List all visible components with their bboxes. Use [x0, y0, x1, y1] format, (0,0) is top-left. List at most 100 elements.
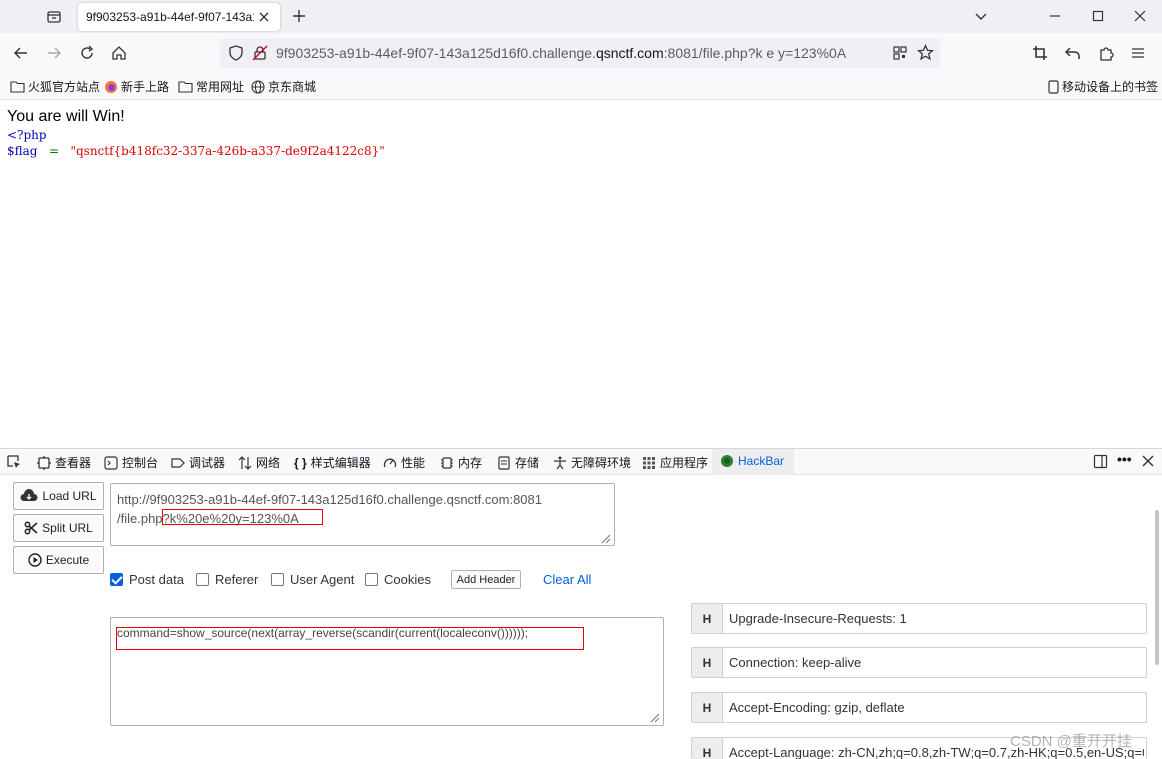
tab-label: HackBar	[738, 454, 785, 468]
storage-icon	[498, 455, 510, 470]
new-tab-button[interactable]	[290, 7, 308, 25]
header-row[interactable]: H Upgrade-Insecure-Requests: 1	[691, 603, 1147, 634]
console-icon	[104, 455, 118, 470]
clear-all-link[interactable]: Clear All	[543, 572, 591, 587]
add-header-button[interactable]: Add Header	[451, 570, 521, 589]
url-prefix: 9f903253-a91b-44ef-9f07-143a125d16f0.cha…	[276, 45, 596, 61]
bookmark-label: 新手上路	[121, 80, 170, 94]
element-picker-button[interactable]	[6, 454, 22, 470]
undo-icon	[1065, 47, 1080, 59]
url-text[interactable]: 9f903253-a91b-44ef-9f07-143a125d16f0.cha…	[276, 45, 846, 61]
mobile-bookmarks[interactable]: 移动设备上的书签	[1048, 78, 1158, 95]
checkbox[interactable]	[365, 573, 378, 586]
browser-tab-active[interactable]: 9f903253-a91b-44ef-9f07-143a1	[78, 3, 280, 31]
more-options-button[interactable]: •••	[1117, 451, 1132, 467]
header-toggle[interactable]: H	[692, 738, 723, 759]
maximize-button[interactable]	[1088, 6, 1108, 26]
bookmark-label: 京东商城	[268, 80, 317, 94]
header-row[interactable]: H Connection: keep-alive	[691, 647, 1147, 678]
devtools-close-button[interactable]	[1142, 455, 1154, 467]
scissors-icon	[24, 521, 38, 535]
checkbox[interactable]	[271, 573, 284, 586]
network-arrows-icon	[238, 455, 252, 470]
tab-storage[interactable]: 存储	[497, 454, 539, 471]
tab-performance[interactable]: 性能	[383, 454, 425, 471]
header-toggle[interactable]: H	[692, 693, 723, 722]
tab-style-editor[interactable]: { } 样式编辑器	[294, 454, 371, 471]
header-row[interactable]: H Accept-Encoding: gzip, deflate	[691, 692, 1147, 723]
watermark: CSDN @重开开挂	[1010, 733, 1132, 750]
undo-button[interactable]	[1063, 43, 1083, 63]
tab-overflow-button[interactable]	[971, 6, 991, 26]
bookmark-item[interactable]: 火狐官方站点	[10, 78, 100, 95]
post-data-checkbox[interactable]: Post data	[110, 572, 184, 587]
forward-button[interactable]	[44, 43, 64, 63]
checkbox-label: User Agent	[290, 572, 355, 587]
checkbox-checked[interactable]	[110, 573, 123, 586]
tab-label: 内存	[458, 456, 483, 470]
devtools-toolbar: 查看器 控制台 调试器 网络 { } 样式编辑器 性能 内存 存储 无障碍环境 …	[0, 448, 1162, 475]
cookies-checkbox[interactable]: Cookies	[365, 572, 431, 587]
panel-scrollbar[interactable]	[1155, 510, 1159, 665]
play-circle-icon	[28, 553, 42, 567]
tab-network[interactable]: 网络	[238, 454, 280, 471]
address-bar[interactable]: 9f903253-a91b-44ef-9f07-143a125d16f0.cha…	[220, 38, 940, 68]
close-icon	[259, 12, 269, 22]
braces-icon: { }	[294, 455, 307, 470]
tab-inspector[interactable]: 查看器	[37, 454, 91, 471]
tab-debugger[interactable]: 调试器	[171, 454, 225, 471]
minimize-button[interactable]	[1045, 6, 1065, 26]
tab-label: 样式编辑器	[310, 456, 371, 470]
tab-console[interactable]: 控制台	[104, 454, 158, 471]
reload-icon	[81, 45, 94, 59]
screenshot-button[interactable]	[1030, 43, 1050, 63]
url-domain: qsnctf.com	[595, 45, 664, 61]
load-url-button[interactable]: Load URL	[13, 482, 104, 510]
menu-button[interactable]	[1128, 43, 1148, 63]
back-button[interactable]	[11, 43, 31, 63]
tab-label: 调试器	[189, 456, 226, 470]
bookmark-item[interactable]: 京东商城	[251, 78, 316, 95]
checkbox-label: Referer	[215, 572, 259, 587]
window-close-button[interactable]	[1130, 6, 1150, 26]
insecure-lock-icon[interactable]	[252, 45, 268, 61]
resize-grip-icon[interactable]	[650, 713, 660, 723]
checkbox[interactable]	[196, 573, 209, 586]
globe-icon	[251, 79, 265, 94]
tab-label: 应用程序	[660, 456, 709, 470]
header-toggle[interactable]: H	[692, 604, 723, 633]
tab-accessibility[interactable]: 无障碍环境	[553, 454, 631, 471]
maximize-icon	[1092, 10, 1104, 22]
flag-line: $flag = "qsnctf{b418fc32-337a-426b-a337-…	[7, 144, 385, 158]
dock-side-icon	[1093, 454, 1108, 469]
user-agent-checkbox[interactable]: User Agent	[271, 572, 354, 587]
bookmark-item[interactable]: 新手上路	[104, 78, 169, 95]
tab-close-button[interactable]	[256, 9, 272, 25]
extensions-button[interactable]	[1096, 43, 1116, 63]
home-button[interactable]	[109, 43, 129, 63]
split-url-button[interactable]: Split URL	[13, 514, 104, 542]
reload-button[interactable]	[77, 43, 97, 63]
flag-operator: =	[48, 144, 59, 158]
header-toggle[interactable]: H	[692, 648, 723, 677]
flag-value: "qsnctf{b418fc32-337a-426b-a337-de9f2a41…	[70, 144, 385, 158]
qr-code-icon[interactable]	[892, 45, 908, 61]
bookmark-item[interactable]: 常用网址	[178, 78, 244, 95]
tab-label: 存储	[515, 456, 540, 470]
shield-icon[interactable]	[228, 45, 244, 61]
query-highlight-box	[162, 509, 323, 525]
execute-button[interactable]: Execute	[13, 546, 104, 574]
mobile-device-icon	[1048, 79, 1059, 94]
page-content: You are will Win! <?php $flag = "qsnctf{…	[0, 101, 1162, 448]
bookmark-star-icon[interactable]	[917, 44, 934, 61]
bookmark-label: 移动设备上的书签	[1062, 80, 1159, 94]
tab-memory[interactable]: 内存	[440, 454, 482, 471]
header-value: Accept-Encoding: gzip, deflate	[729, 700, 905, 715]
checkbox-label: Post data	[129, 572, 184, 587]
referer-checkbox[interactable]: Referer	[196, 572, 258, 587]
dock-toggle-button[interactable]	[1093, 454, 1108, 469]
resize-grip-icon[interactable]	[601, 534, 611, 544]
tab-hackbar[interactable]: HackBar	[720, 454, 784, 468]
tab-list-button[interactable]	[44, 7, 64, 27]
tab-application[interactable]: 应用程序	[642, 454, 708, 471]
